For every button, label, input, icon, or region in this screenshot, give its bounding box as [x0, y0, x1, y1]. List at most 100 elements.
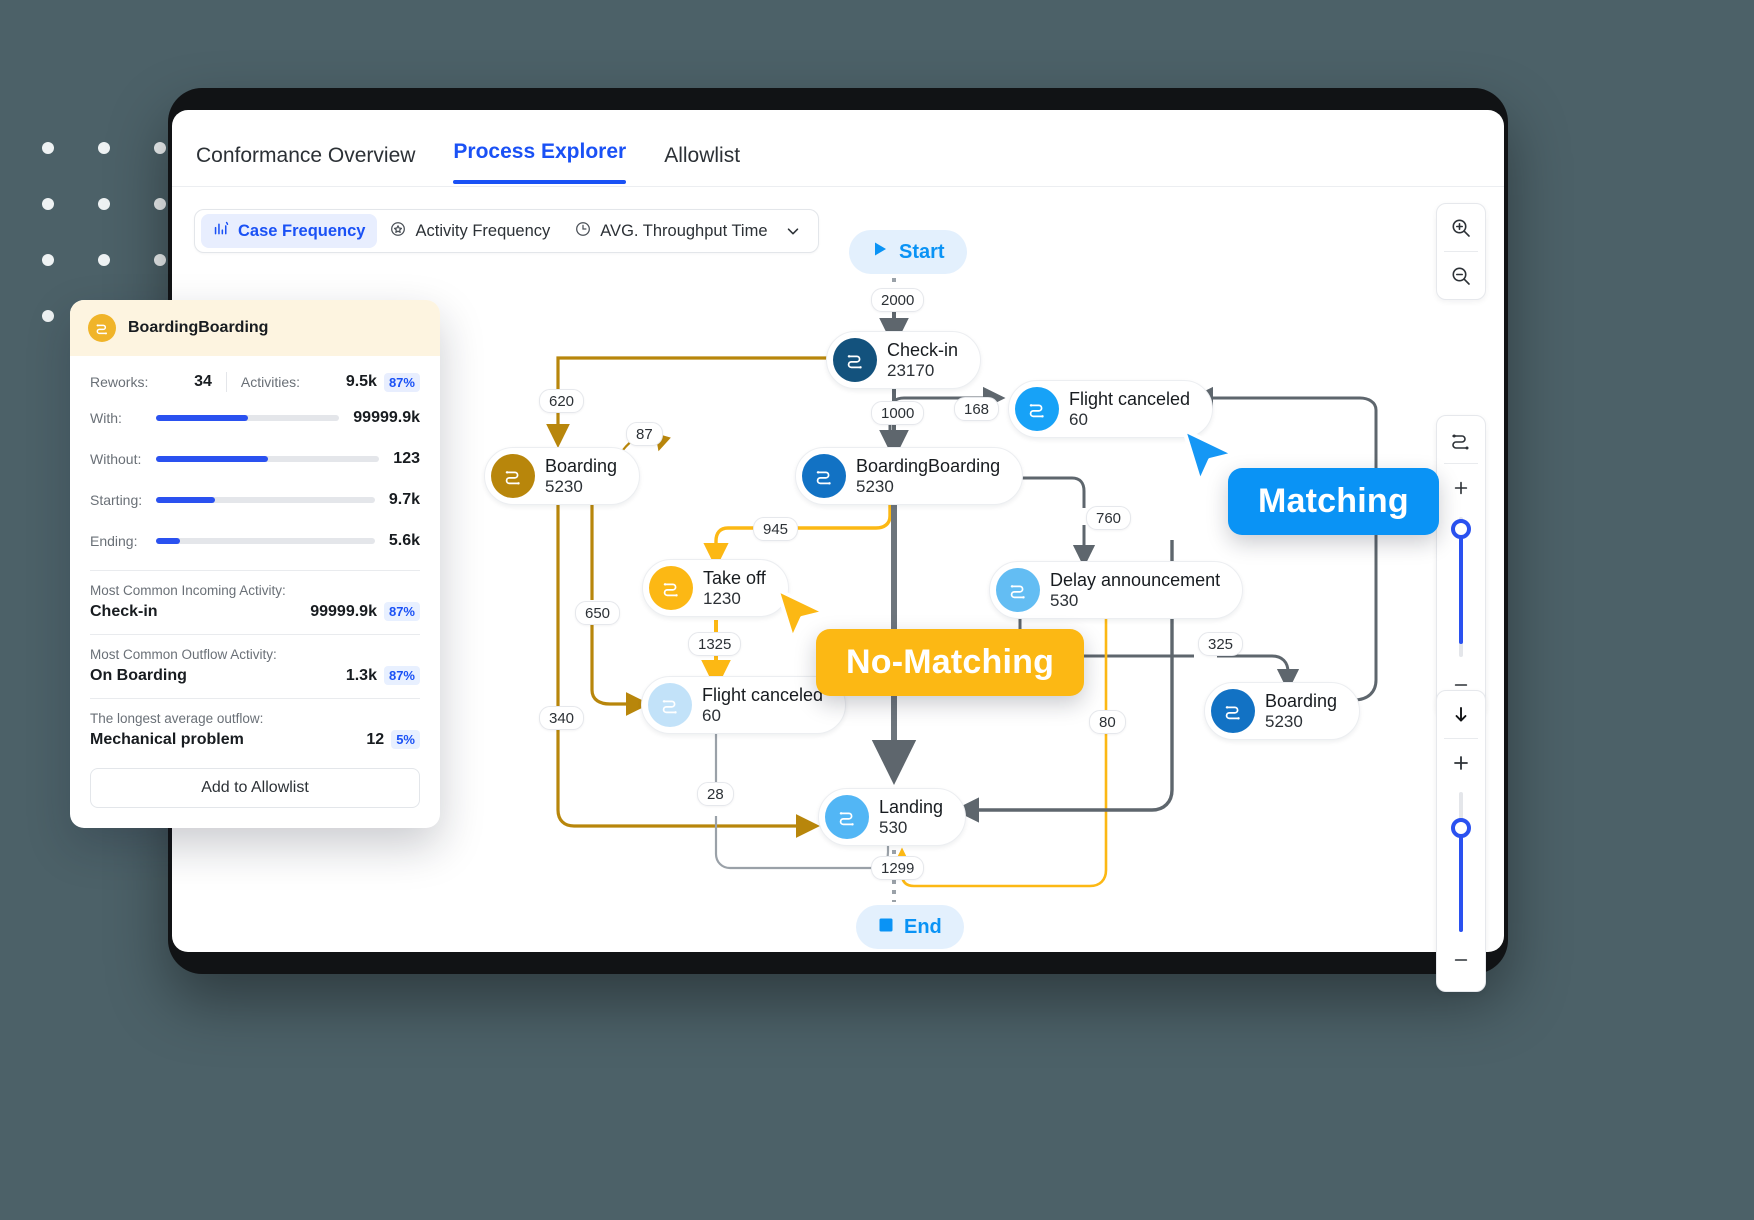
stat-bar: [156, 538, 375, 544]
activities-label: Activities:: [240, 374, 301, 390]
graph-node-delay-announcement[interactable]: Delay announcement 530: [989, 561, 1244, 619]
stat-row-with: With: 99999.9k: [90, 406, 420, 430]
graph-node-start[interactable]: Start: [849, 230, 967, 274]
node-count: 60: [702, 705, 721, 725]
edge-label-2000: 2000: [871, 288, 925, 312]
incoming-activity-label: Most Common Incoming Activity:: [90, 583, 286, 598]
edge-label-340: 340: [539, 706, 585, 730]
node-name: Check-in: [887, 339, 959, 360]
longest-outflow-label: The longest average outflow:: [90, 711, 264, 726]
longest-outflow-value: 12: [366, 730, 385, 748]
tab-conformance-overview[interactable]: Conformance Overview: [194, 144, 417, 186]
outflow-activity-name: On Boarding: [90, 666, 187, 684]
flow-path-icon: [996, 568, 1040, 612]
node-count: 60: [1069, 409, 1088, 429]
divider: [90, 698, 420, 699]
metric-option-avg-throughput-time[interactable]: AVG. Throughput Time: [562, 214, 779, 248]
longest-outflow-badge: 5%: [391, 730, 420, 749]
play-icon: [871, 240, 889, 264]
outflow-activity-value: 1.3k: [345, 666, 377, 684]
tab-allowlist[interactable]: Allowlist: [662, 144, 742, 186]
flow-path-icon: [491, 454, 535, 498]
detail-level-slider[interactable]: [1451, 792, 1471, 932]
fit-down-icon[interactable]: [1437, 691, 1485, 738]
metric-selector: Case Frequency Activity Frequency AVG. T…: [194, 209, 819, 253]
activities-badge: 87%: [383, 372, 420, 392]
flow-density-toolbar: [1436, 415, 1486, 717]
divider: [90, 634, 420, 635]
flow-increase-button[interactable]: [1437, 464, 1485, 511]
flow-path-icon: [802, 454, 846, 498]
tab-process-explorer[interactable]: Process Explorer: [451, 140, 628, 186]
stat-bar: [156, 415, 340, 421]
metric-label-activity-frequency: Activity Frequency: [415, 221, 551, 240]
flow-density-slider[interactable]: [1451, 517, 1471, 657]
metric-label-avg-throughput-time: AVG. Throughput Time: [600, 221, 768, 240]
incoming-activity-row: Check-in 99999.9k 87%: [90, 602, 420, 621]
edge-label-1299: 1299: [871, 856, 925, 880]
stat-label: Starting:: [90, 492, 143, 508]
outflow-activity-badge: 87%: [383, 666, 420, 685]
metric-label-case-frequency: Case Frequency: [238, 221, 366, 240]
flow-path-icon: [649, 566, 693, 610]
panel-title: BoardingBoarding: [128, 319, 269, 336]
node-count: 5230: [545, 476, 583, 496]
incoming-activity-name: Check-in: [90, 602, 158, 620]
graph-node-end[interactable]: End: [856, 905, 964, 949]
node-count: 5230: [856, 476, 894, 496]
clock-icon: [574, 220, 592, 243]
stat-value: 123: [393, 450, 420, 467]
detail-decrease-button[interactable]: [1437, 936, 1485, 983]
graph-node-boarding-left[interactable]: Boarding 5230: [484, 447, 641, 505]
node-name: BoardingBoarding: [856, 455, 1001, 476]
stat-row-starting: Starting: 9.7k: [90, 488, 420, 512]
graph-node-check-in[interactable]: Check-in 23170: [826, 331, 982, 389]
graph-node-take-off[interactable]: Take off 1230: [642, 559, 789, 617]
edge-label-325: 325: [1198, 632, 1244, 656]
edge-label-168: 168: [954, 397, 1000, 421]
graph-node-boarding-right[interactable]: Boarding 5230: [1204, 682, 1361, 740]
detail-level-toolbar: [1436, 690, 1486, 992]
edge-label-28: 28: [697, 782, 734, 806]
outflow-activity-label: Most Common Outflow Activity:: [90, 647, 277, 662]
node-count: 530: [879, 817, 908, 837]
longest-outflow-name: Mechanical problem: [90, 730, 244, 748]
graph-node-boardingboarding[interactable]: BoardingBoarding 5230: [795, 447, 1024, 505]
stop-square-icon: [878, 916, 894, 939]
zoom-toolbar: [1436, 203, 1486, 300]
reworks-value: 34: [194, 373, 212, 390]
metric-option-case-frequency[interactable]: Case Frequency: [201, 214, 378, 248]
graph-node-landing[interactable]: Landing 530: [818, 788, 967, 846]
edge-label-945: 945: [753, 517, 799, 541]
stat-value: 99999.9k: [353, 409, 420, 426]
flow-path-icon: [88, 314, 116, 342]
edge-label-87: 87: [626, 422, 663, 446]
node-name: Landing: [879, 796, 944, 817]
stat-label: Without:: [90, 451, 142, 467]
node-count: 530: [1050, 590, 1079, 610]
stat-row-ending: Ending: 5.6k: [90, 529, 420, 553]
incoming-activity-badge: 87%: [383, 602, 420, 621]
activity-star-icon: [389, 220, 407, 243]
reworks-label: Reworks:: [90, 374, 149, 390]
stat-label: Ending:: [90, 533, 138, 549]
node-name: Flight canceled: [1069, 388, 1191, 409]
flow-path-icon[interactable]: [1437, 416, 1485, 463]
flow-path-icon: [648, 683, 692, 727]
tab-bar: Conformance Overview Process Explorer Al…: [172, 110, 1504, 187]
edge-label-620: 620: [539, 389, 585, 413]
zoom-out-icon[interactable]: [1437, 252, 1485, 299]
activity-details-panel: BoardingBoarding Reworks: 34 Activities:…: [70, 300, 440, 828]
add-to-allowlist-button[interactable]: Add to Allowlist: [90, 768, 420, 808]
node-name: Take off: [703, 567, 766, 588]
callout-no-matching: No-Matching: [816, 629, 1085, 696]
longest-outflow-row: Mechanical problem 12 5%: [90, 730, 420, 749]
metric-option-activity-frequency[interactable]: Activity Frequency: [377, 214, 562, 248]
stat-bar: [156, 497, 375, 503]
zoom-in-icon[interactable]: [1437, 204, 1485, 251]
detail-increase-button[interactable]: [1437, 739, 1485, 786]
outflow-activity-row: On Boarding 1.3k 87%: [90, 666, 420, 685]
flow-path-icon: [825, 795, 869, 839]
chevron-down-icon[interactable]: [780, 222, 812, 240]
divider: [90, 570, 420, 571]
